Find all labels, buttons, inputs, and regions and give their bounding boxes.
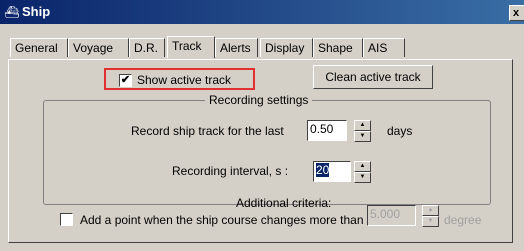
tab-ais[interactable]: AIS bbox=[363, 38, 405, 57]
recording-interval-input[interactable]: 20 bbox=[313, 161, 351, 182]
recording-settings-legend: Recording settings bbox=[205, 93, 313, 107]
recording-settings-group bbox=[43, 100, 491, 205]
tab-alerts[interactable]: Alerts bbox=[215, 38, 258, 57]
tab-shape[interactable]: Shape bbox=[313, 38, 363, 57]
show-active-track-label: Show active track bbox=[137, 73, 232, 87]
record-track-label: Record ship track for the last bbox=[131, 124, 284, 138]
record-days-spinner[interactable]: ▲ ▼ bbox=[354, 120, 371, 142]
recording-interval-label: Recording interval, s : bbox=[172, 164, 289, 178]
ship-icon: ⛴ bbox=[4, 5, 20, 19]
spinner-down-icon[interactable]: ▼ bbox=[422, 216, 439, 227]
course-change-unit: degree bbox=[444, 213, 482, 227]
spinner-up-icon[interactable]: ▲ bbox=[354, 161, 371, 172]
show-active-track-checkbox[interactable]: ✔ bbox=[119, 74, 132, 87]
course-change-input[interactable]: 5.000 bbox=[367, 205, 416, 226]
close-button[interactable]: x bbox=[509, 5, 524, 21]
course-change-spinner[interactable]: ▲ ▼ bbox=[422, 205, 439, 227]
spinner-up-icon[interactable]: ▲ bbox=[422, 205, 439, 216]
tab-display[interactable]: Display bbox=[260, 38, 313, 57]
spinner-down-icon[interactable]: ▼ bbox=[354, 131, 371, 142]
tab-track[interactable]: Track bbox=[167, 36, 215, 58]
clean-active-track-button[interactable]: Clean active track bbox=[313, 65, 433, 89]
course-change-checkbox[interactable] bbox=[60, 213, 73, 226]
spinner-down-icon[interactable]: ▼ bbox=[354, 172, 371, 183]
course-change-label: Add a point when the ship course changes… bbox=[80, 213, 364, 227]
title-bar: ⛴ Ship bbox=[0, 0, 524, 24]
tab-general[interactable]: General bbox=[10, 38, 68, 57]
spinner-up-icon[interactable]: ▲ bbox=[354, 120, 371, 131]
record-days-input[interactable]: 0.50 bbox=[307, 120, 347, 141]
tab-dr[interactable]: D.R. bbox=[129, 38, 165, 57]
additional-criteria-label: Additional criteria: bbox=[236, 196, 332, 210]
tab-voyage[interactable]: Voyage bbox=[68, 38, 129, 57]
window-title: Ship bbox=[22, 4, 51, 19]
record-days-unit: days bbox=[387, 124, 413, 138]
recording-interval-spinner[interactable]: ▲ ▼ bbox=[354, 161, 371, 183]
